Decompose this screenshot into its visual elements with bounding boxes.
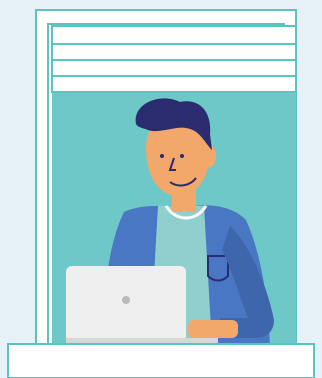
laptop-logo-dot (122, 296, 130, 304)
window-illustration (7, 9, 315, 378)
person-eye-left (160, 154, 164, 158)
laptop-screen-back (66, 266, 186, 346)
illustration-scene (0, 0, 322, 378)
person-hand (188, 320, 238, 338)
window-sill (7, 343, 315, 378)
window-blind (51, 25, 297, 93)
person-eye-right (180, 154, 184, 158)
